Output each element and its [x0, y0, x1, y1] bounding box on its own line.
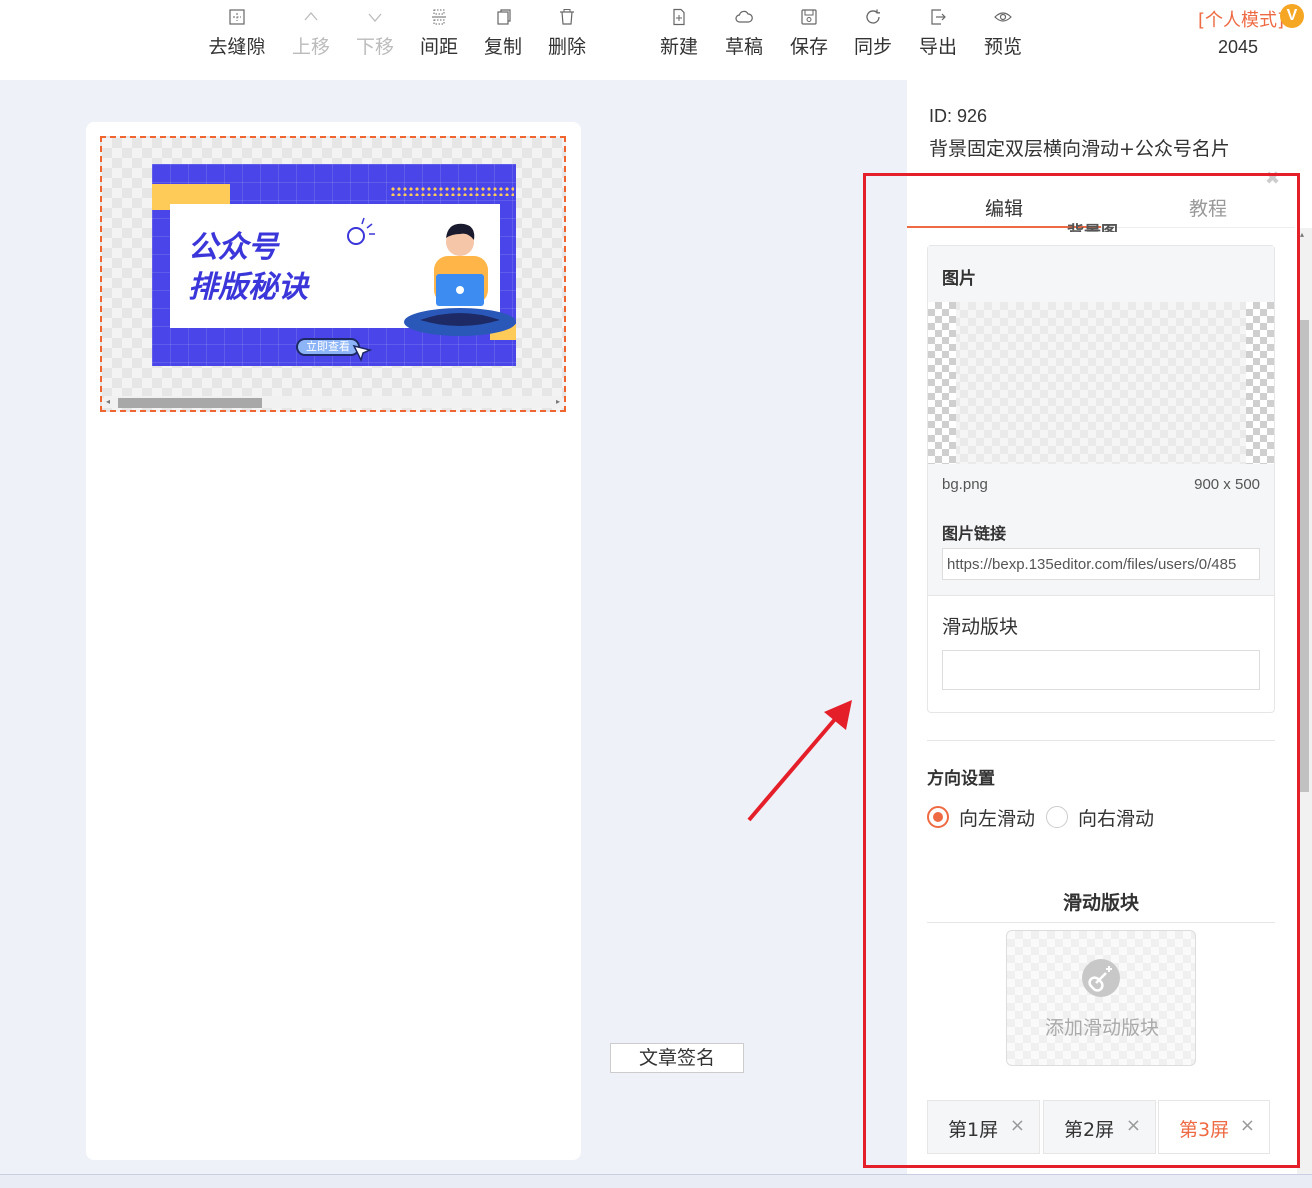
- banner-title-line1: 公众号: [188, 230, 278, 265]
- save-label: 保存: [789, 36, 828, 58]
- banner-title-line2: 排版秘诀: [188, 270, 308, 305]
- chevron-up-icon: [304, 12, 318, 21]
- banner-image: 公众号 排版秘诀 立即查看: [152, 164, 516, 366]
- new-label: 新建: [659, 36, 698, 58]
- eye-icon: [994, 12, 1012, 22]
- delete-button[interactable]: 删除: [535, 6, 599, 59]
- export-button[interactable]: 导出: [906, 6, 970, 59]
- template-id: ID: 926: [929, 106, 988, 126]
- chevron-down-icon: [368, 13, 382, 22]
- draft-label: 草稿: [724, 36, 763, 58]
- export-icon: [931, 9, 946, 25]
- editor-canvas: 公众号 排版秘诀 立即查看 ◂ ▸: [0, 80, 907, 1174]
- scroll-left-arrow-icon[interactable]: ◂: [106, 397, 110, 406]
- spacing-icon: [432, 9, 446, 25]
- trash-icon: [560, 9, 574, 25]
- sync-label: 同步: [853, 36, 892, 58]
- template-name: 背景固定双层横向滑动+公众号名片: [929, 138, 1230, 160]
- preview-button[interactable]: 预览: [971, 6, 1035, 59]
- article-page[interactable]: 公众号 排版秘诀 立即查看 ◂ ▸: [86, 122, 581, 1160]
- remove-gap-label: 去缝隙: [208, 36, 266, 58]
- new-file-icon: [673, 8, 685, 26]
- move-down-button[interactable]: 下移: [343, 6, 407, 59]
- scroll-up-arrow-icon[interactable]: ▴: [1300, 230, 1304, 239]
- cursor-icon: [352, 344, 372, 362]
- sync-button[interactable]: 同步: [841, 6, 905, 59]
- save-button[interactable]: 保存: [777, 6, 841, 59]
- spacing-button[interactable]: 间距: [407, 6, 471, 59]
- article-signature-button[interactable]: 文章签名: [610, 1043, 744, 1073]
- new-button[interactable]: 新建: [647, 6, 711, 59]
- move-up-label: 上移: [291, 36, 330, 58]
- copy-button[interactable]: 复制: [471, 6, 535, 59]
- move-down-label: 下移: [355, 36, 394, 58]
- scroll-thumb[interactable]: [118, 398, 262, 408]
- cloud-icon: [735, 10, 753, 23]
- preview-label: 预览: [983, 36, 1022, 58]
- personal-mode-toggle[interactable]: [个人模式]: [1198, 6, 1284, 32]
- save-icon: [801, 9, 817, 25]
- copy-icon: [497, 9, 511, 25]
- banner-view-button[interactable]: 立即查看: [296, 338, 360, 356]
- grid-icon: [229, 9, 245, 25]
- spacing-label: 间距: [419, 36, 458, 58]
- selected-slide-block[interactable]: 公众号 排版秘诀 立即查看 ◂ ▸: [100, 136, 566, 412]
- sync-icon: [866, 9, 880, 24]
- banner-dot-pattern: [390, 186, 514, 196]
- lightbulb-icon: [347, 217, 375, 245]
- move-up-button[interactable]: 上移: [279, 6, 343, 59]
- annotation-highlight-box: [863, 173, 1300, 1168]
- panel-scroll-thumb[interactable]: [1300, 320, 1309, 792]
- delete-label: 删除: [547, 36, 586, 58]
- remove-gap-button[interactable]: 去缝隙: [205, 6, 269, 59]
- scroll-right-arrow-icon[interactable]: ▸: [556, 397, 560, 406]
- toolbar: 去缝隙 上移 下移 间距 复制 删除 新建 草稿 保存 同步 导出 预览 [个人…: [0, 0, 1312, 80]
- vip-badge-icon[interactable]: V: [1280, 4, 1304, 28]
- draft-button[interactable]: 草稿: [712, 6, 776, 59]
- bottom-bar: [0, 1174, 1312, 1188]
- copy-label: 复制: [483, 36, 522, 58]
- user-count: 2045: [1218, 37, 1259, 57]
- person-laptop-illustration: [404, 223, 516, 336]
- block-horizontal-scrollbar[interactable]: ◂ ▸: [104, 396, 562, 408]
- export-label: 导出: [918, 36, 957, 58]
